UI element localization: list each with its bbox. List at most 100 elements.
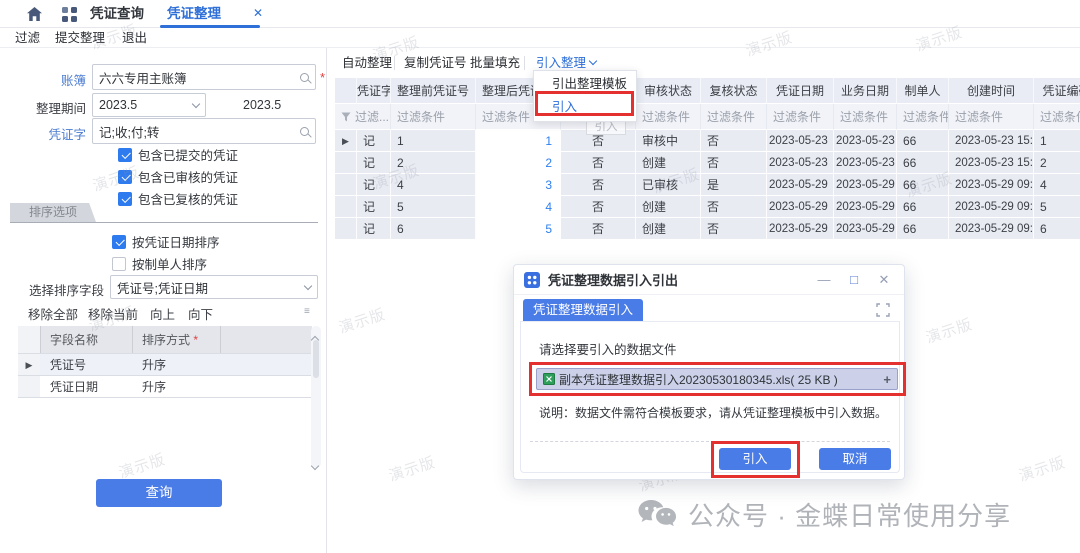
column-chooser-icon[interactable]: ≡ (304, 306, 310, 317)
header-voucher-code[interactable]: 凭证编码 (1034, 78, 1080, 104)
scroll-down-icon[interactable] (312, 456, 322, 466)
cell-review[interactable]: 是 (701, 174, 767, 196)
checkbox-icon[interactable] (112, 235, 126, 249)
cell-review[interactable]: 否 (701, 218, 767, 240)
cell-word[interactable]: 记 (357, 152, 391, 174)
cell-after[interactable]: 5 (476, 218, 561, 240)
header-create-time[interactable]: 创建时间 (949, 78, 1034, 104)
cell-audit[interactable]: 创建 (636, 218, 701, 240)
cell-before[interactable]: 2 (391, 152, 476, 174)
cell-vdate[interactable]: 2023-05-23 (767, 130, 834, 152)
cell-vdate[interactable]: 2023-05-29 (767, 218, 834, 240)
cell-vdate[interactable]: 2023-05-29 (767, 174, 834, 196)
scrollbar[interactable] (311, 326, 321, 468)
table-row[interactable]: 记 2 2 否 创建 否 2023-05-23 2023-05-23 66 20… (335, 152, 1080, 174)
filter-cell[interactable]: 过滤条件 (949, 104, 1034, 130)
cell-before[interactable]: 6 (391, 218, 476, 240)
cell-flag[interactable]: 否 (561, 174, 636, 196)
voucher-word-input[interactable]: 记;收;付;转 (92, 118, 316, 144)
header-maker[interactable]: 制单人 (897, 78, 949, 104)
cell-bdate[interactable]: 2023-05-29 (834, 218, 897, 240)
cell-after[interactable]: 2 (476, 152, 561, 174)
cell-code[interactable]: 2 (1034, 152, 1080, 174)
cell-flag[interactable]: 否 (561, 152, 636, 174)
chevron-down-icon[interactable] (304, 281, 312, 289)
cell-bdate[interactable]: 2023-05-23 (834, 130, 897, 152)
filter-cell[interactable]: 过滤条件 (1034, 104, 1080, 130)
menu-item-import[interactable]: 引入 (534, 96, 636, 119)
period-select[interactable]: 2023.5 (92, 93, 206, 117)
import-button[interactable]: 引入 (719, 448, 791, 470)
cell-ctime[interactable]: 2023-05-23 15:5 (949, 152, 1034, 174)
filter-cell[interactable]: 过滤条件 (636, 104, 701, 130)
checkbox-sort-by-date[interactable]: 按凭证日期排序 (112, 232, 220, 251)
ledger-input[interactable]: 六六专用主账簿 (92, 64, 316, 90)
table-row[interactable]: ▶ 凭证号 升序 (18, 354, 312, 376)
dialog-tab-import[interactable]: 凭证整理数据引入 (523, 299, 643, 322)
cell-code[interactable]: 5 (1034, 196, 1080, 218)
cell-before[interactable]: 5 (391, 196, 476, 218)
cell-ctime[interactable]: 2023-05-29 09:5 (949, 196, 1034, 218)
cell-vdate[interactable]: 2023-05-29 (767, 196, 834, 218)
cell-after[interactable]: 4 (476, 196, 561, 218)
table-row[interactable]: ▶ 记 1 1 否 审核中 否 2023-05-23 2023-05-23 66… (335, 130, 1080, 152)
filter-cell[interactable]: 过滤条件 (767, 104, 834, 130)
expand-icon[interactable] (876, 303, 890, 322)
cell-ctime[interactable]: 2023-05-23 15:5 (949, 130, 1034, 152)
close-icon[interactable]: ✕ (874, 265, 894, 295)
remove-current-button[interactable]: 移除当前 (88, 304, 138, 323)
menu-item-export-template[interactable]: 引出整理模板 (534, 73, 636, 96)
cell-before[interactable]: 4 (391, 174, 476, 196)
cell-order[interactable]: 升序 (132, 354, 220, 376)
tab-voucher-query[interactable]: 凭证查询 (90, 0, 144, 27)
home-icon[interactable] (26, 6, 43, 27)
checkbox-icon[interactable] (118, 170, 132, 184)
checkbox-include-submitted[interactable]: 包含已提交的凭证 (118, 145, 238, 164)
table-row[interactable]: 记 5 4 否 创建 否 2023-05-29 2023-05-29 66 20… (335, 196, 1080, 218)
maximize-icon[interactable]: □ (844, 265, 864, 295)
cell-order[interactable]: 升序 (132, 376, 220, 398)
move-down-button[interactable]: 向下 (188, 304, 213, 323)
cell-audit[interactable]: 创建 (636, 152, 701, 174)
checkbox-include-audited[interactable]: 包含已审核的凭证 (118, 167, 238, 186)
header-review-status[interactable]: 复核状态 (701, 78, 767, 104)
chevron-down-icon[interactable] (589, 57, 597, 65)
query-button[interactable]: 查询 (96, 479, 222, 507)
cell-before[interactable]: 1 (391, 130, 476, 152)
cell-review[interactable]: 否 (701, 196, 767, 218)
menu-exit[interactable]: 退出 (122, 28, 147, 48)
filter-first-cell[interactable]: 过滤... (335, 104, 391, 130)
search-icon[interactable] (300, 73, 309, 82)
batch-fill-button[interactable]: 批量填充 (470, 50, 520, 76)
filter-cell[interactable]: 过滤条件 (897, 104, 949, 130)
cell-word[interactable]: 记 (357, 174, 391, 196)
cell-review[interactable]: 否 (701, 130, 767, 152)
cell-ctime[interactable]: 2023-05-29 09:5 (949, 218, 1034, 240)
cell-after[interactable]: 1 (476, 130, 561, 152)
cell-audit[interactable]: 已审核 (636, 174, 701, 196)
chevron-down-icon[interactable] (192, 99, 200, 107)
add-file-icon[interactable]: + (883, 372, 891, 387)
checkbox-icon[interactable] (118, 148, 132, 162)
header-audit-status[interactable]: 审核状态 (636, 78, 701, 104)
table-row[interactable]: 凭证日期 升序 (18, 376, 312, 398)
menu-filter[interactable]: 过滤 (15, 28, 40, 48)
cell-word[interactable]: 记 (357, 218, 391, 240)
cell-code[interactable]: 4 (1034, 174, 1080, 196)
cell-code[interactable]: 1 (1034, 130, 1080, 152)
cell-after[interactable]: 3 (476, 174, 561, 196)
cell-review[interactable]: 否 (701, 152, 767, 174)
cell-bdate[interactable]: 2023-05-23 (834, 152, 897, 174)
cell-bdate[interactable]: 2023-05-29 (834, 174, 897, 196)
checkbox-sort-by-maker[interactable]: 按制单人排序 (112, 254, 207, 273)
apps-grid-icon[interactable] (62, 7, 77, 22)
filter-cell[interactable]: 过滤条件 (701, 104, 767, 130)
tab-close-icon[interactable]: ✕ (253, 0, 263, 27)
tab-voucher-arrange[interactable]: 凭证整理 (167, 0, 253, 27)
cell-word[interactable]: 记 (357, 130, 391, 152)
sort-field-select[interactable]: 凭证号;凭证日期 (110, 275, 318, 299)
table-row[interactable]: 记 4 3 否 已审核 是 2023-05-29 2023-05-29 66 2… (335, 174, 1080, 196)
cell-audit[interactable]: 创建 (636, 196, 701, 218)
cell-field[interactable]: 凭证日期 (40, 376, 132, 398)
cell-ctime[interactable]: 2023-05-29 09:5 (949, 174, 1034, 196)
